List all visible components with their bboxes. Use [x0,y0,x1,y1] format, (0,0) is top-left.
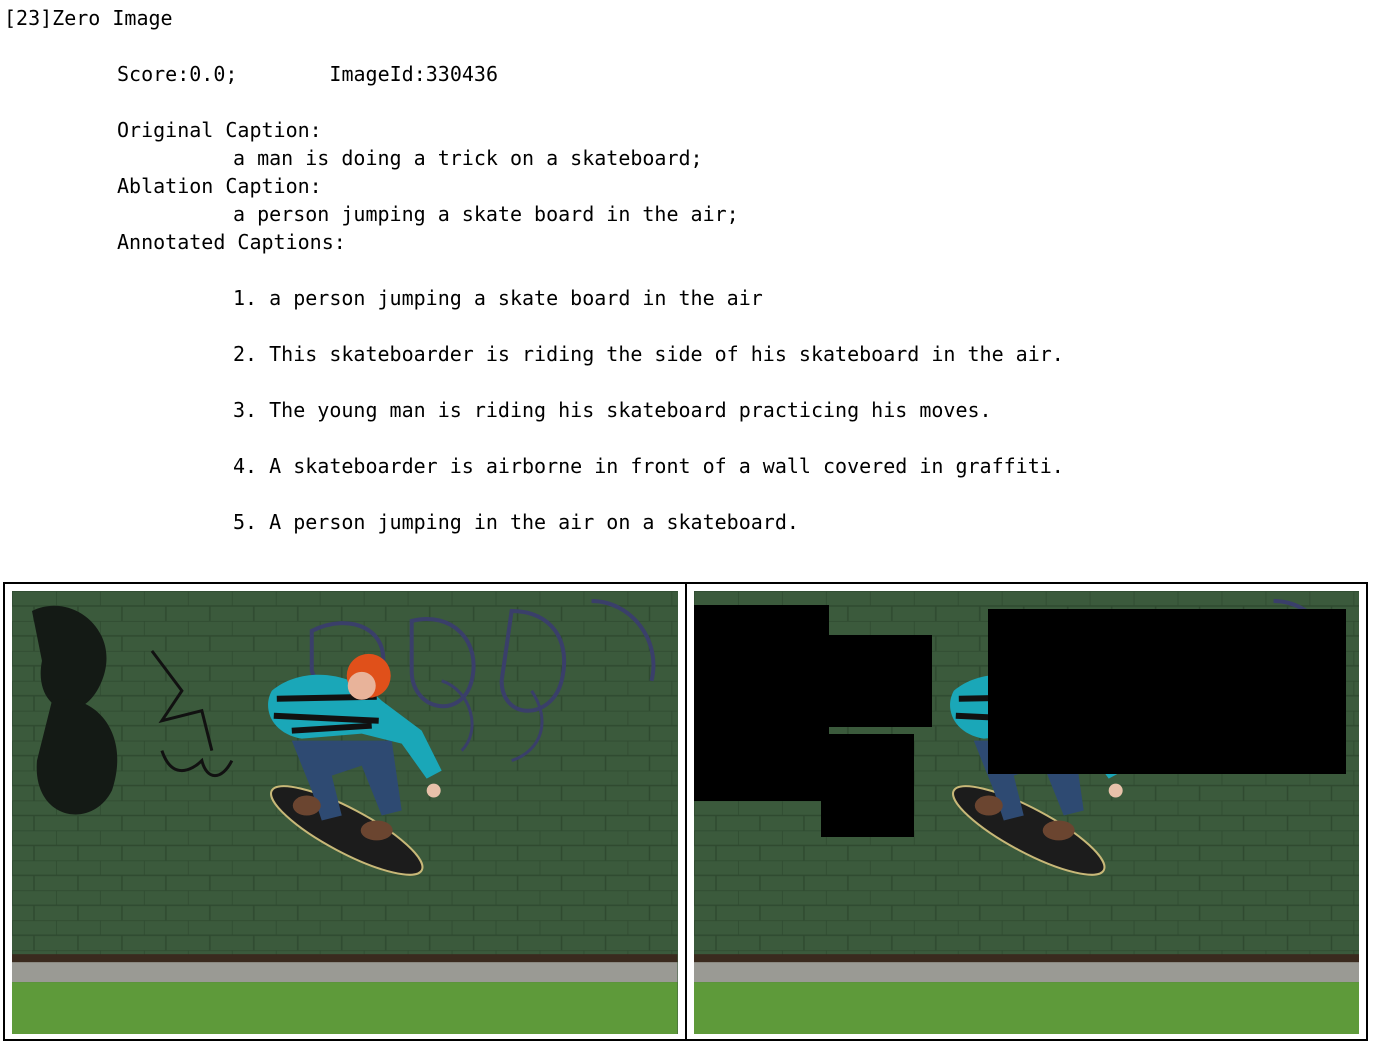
annotated-caption-item: 5. A person jumping in the air on a skat… [233,510,799,534]
ablation-caption-label: Ablation Caption: [117,174,322,198]
original-caption-text: a man is doing a trick on a skateboard; [233,146,703,170]
ablation-mask [820,734,914,837]
original-caption-label: Original Caption: [117,118,322,142]
annotated-caption-item: 2. This skateboarder is riding the side … [233,342,1064,366]
ablation-mask [693,605,829,801]
image-id: ImageId:330436 [329,62,498,86]
skateboarder-photo-original [12,591,678,1034]
annotated-captions-label: Annotated Captions: [117,230,346,254]
ablation-mask [813,635,932,727]
ablation-caption-text: a person jumping a skate board in the ai… [233,202,739,226]
original-image-cell [5,584,685,1039]
annotated-captions-list: 1. a person jumping a skate board in the… [233,284,1064,564]
page-title: [23]Zero Image [4,6,173,30]
annotated-caption-item: 4. A skateboarder is airborne in front o… [233,454,1064,478]
annotated-caption-item: 3. The young man is riding his skateboar… [233,398,992,422]
image-comparison-table [3,582,1368,1041]
score-line: Score:0.0; ImageId:330436 [117,60,498,88]
score-value: Score:0.0; [117,62,238,86]
annotated-caption-item: 1. a person jumping a skate board in the… [233,286,763,310]
ablation-mask [987,609,1346,774]
original-photo [12,591,678,1034]
ablated-image-cell [684,584,1367,1039]
ablated-photo [693,591,1359,1034]
